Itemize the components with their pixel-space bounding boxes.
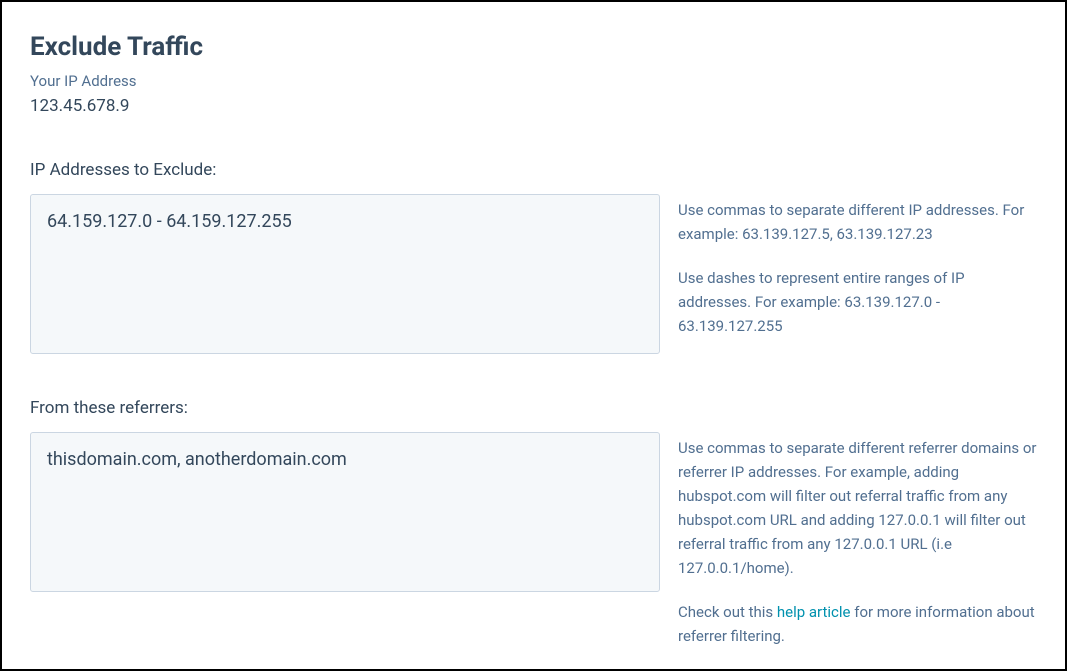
referrers-help-text-2: Check out this help article for more inf… <box>678 600 1037 648</box>
your-ip-value: 123.45.678.9 <box>30 96 1037 116</box>
ip-exclude-help: Use commas to separate different IP addr… <box>678 194 1037 354</box>
your-ip-label: Your IP Address <box>30 72 1037 90</box>
help-article-link[interactable]: help article <box>777 603 851 621</box>
ip-help-text-1: Use commas to separate different IP addr… <box>678 198 1037 246</box>
referrers-label: From these referrers: <box>30 398 1037 418</box>
referrers-input[interactable] <box>30 432 660 592</box>
ip-exclude-label: IP Addresses to Exclude: <box>30 160 1037 180</box>
ip-exclude-input[interactable] <box>30 194 660 354</box>
referrers-help-text-1: Use commas to separate different referre… <box>678 436 1037 580</box>
page-title: Exclude Traffic <box>30 32 1037 62</box>
ip-help-text-2: Use dashes to represent entire ranges of… <box>678 266 1037 338</box>
referrers-help: Use commas to separate different referre… <box>678 432 1037 648</box>
